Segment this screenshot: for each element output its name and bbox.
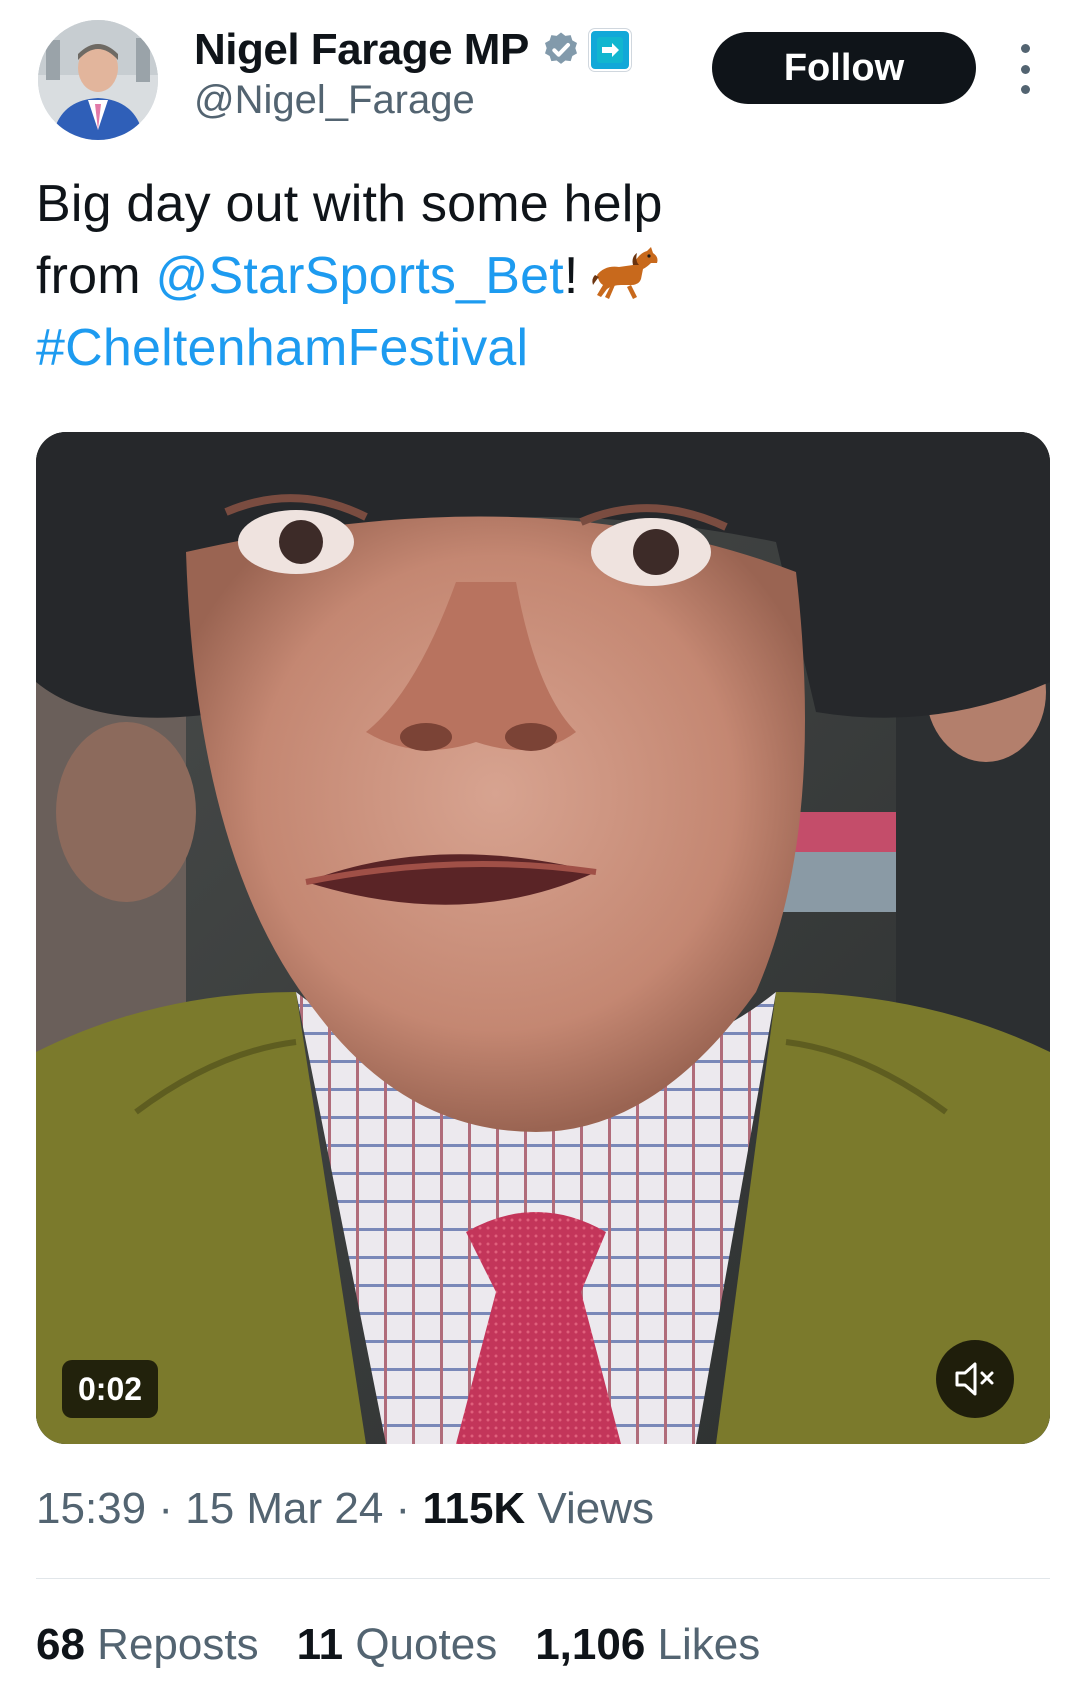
- post-time[interactable]: 15:39: [36, 1484, 146, 1533]
- quotes-label: Quotes: [343, 1620, 498, 1669]
- follow-button[interactable]: Follow: [712, 32, 976, 104]
- views-label: Views: [525, 1484, 655, 1533]
- tweet-header: Nigel Farage MP @Nigel_Farage Follow: [0, 0, 1080, 150]
- quotes-count: 11: [296, 1620, 344, 1669]
- post-date[interactable]: 15 Mar 24: [185, 1484, 383, 1533]
- reposts-count: 68: [36, 1620, 85, 1669]
- divider: [36, 1578, 1050, 1579]
- likes-stat[interactable]: 1,106 Likes: [535, 1620, 760, 1670]
- avatar-image: [38, 20, 158, 140]
- tweet-text-line: from @StarSports_Bet!: [36, 240, 1036, 312]
- likes-label: Likes: [645, 1620, 761, 1669]
- hashtag-link[interactable]: #CheltenhamFestival: [36, 319, 528, 377]
- video-timestamp: 0:02: [62, 1360, 159, 1418]
- reposts-label: Reposts: [84, 1620, 259, 1669]
- author-handle[interactable]: @Nigel_Farage: [194, 78, 631, 123]
- views-count: 115K: [422, 1484, 526, 1533]
- display-name[interactable]: Nigel Farage MP: [194, 25, 529, 75]
- speaker-muted-icon[interactable]: [936, 1340, 1014, 1418]
- meta-separator: ·: [146, 1484, 186, 1533]
- meta-separator: ·: [383, 1484, 423, 1533]
- more-dot: [1020, 64, 1030, 74]
- mention-link[interactable]: @StarSports_Bet: [155, 247, 563, 305]
- horse-racing-icon: [591, 247, 658, 299]
- display-name-row: Nigel Farage MP: [194, 22, 631, 78]
- tweet-meta: 15:39 · 15 Mar 24 · 115K Views: [36, 1484, 654, 1534]
- tweet-text-line: #CheltenhamFestival: [36, 312, 1036, 384]
- tweet-text-line: Big day out with some help: [36, 168, 1036, 240]
- reform-uk-badge-icon[interactable]: [588, 29, 631, 71]
- tweet-text: Big day out with some help from @StarSpo…: [36, 168, 1036, 384]
- more-dot: [1020, 44, 1030, 53]
- engagement-stats: 68 Reposts 11 Quotes 1,106 Likes: [36, 1620, 798, 1670]
- more-options-icon[interactable]: [1010, 44, 1040, 94]
- reposts-stat[interactable]: 68 Reposts: [36, 1620, 259, 1670]
- quotes-stat[interactable]: 11 Quotes: [297, 1620, 498, 1670]
- tweet-text-span: from: [36, 247, 156, 305]
- author-info: Nigel Farage MP @Nigel_Farage: [194, 22, 631, 123]
- tweet-text-span: Big day out with some help: [36, 175, 663, 233]
- likes-count: 1,106: [535, 1620, 646, 1669]
- tweet-text-span: !: [563, 247, 579, 305]
- more-dot: [1020, 85, 1030, 94]
- video-frame: [36, 432, 1050, 1444]
- avatar[interactable]: [38, 20, 158, 140]
- verified-badge-icon[interactable]: [541, 30, 581, 70]
- video-player[interactable]: 0:02: [36, 432, 1050, 1444]
